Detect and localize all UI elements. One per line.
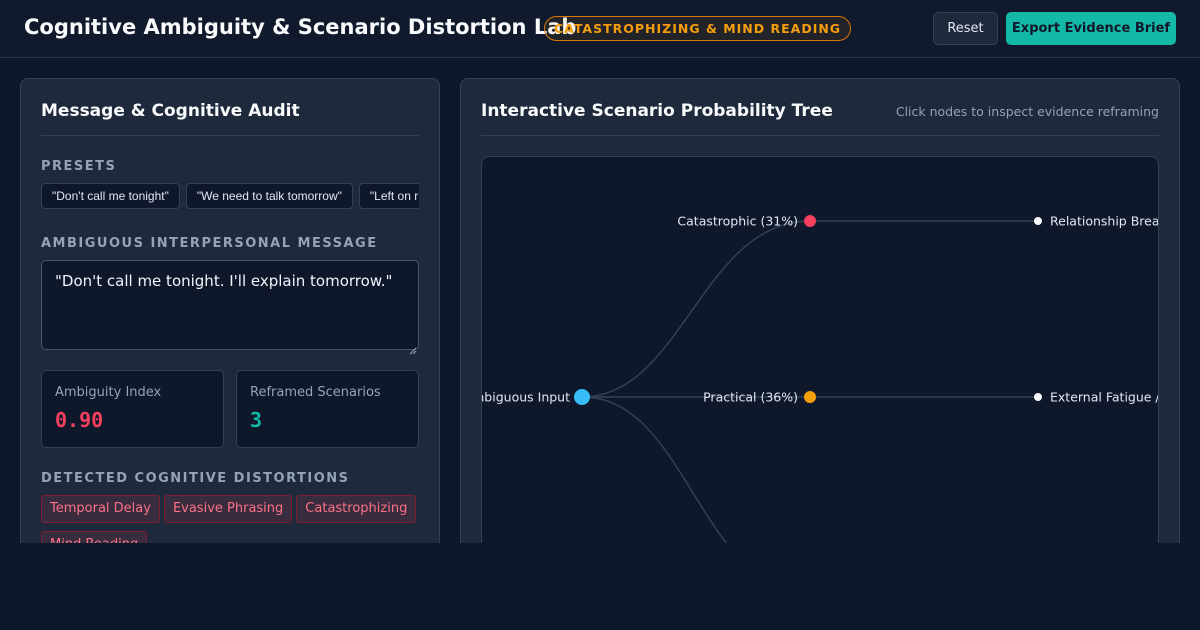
top-bar: Cognitive Ambiguity & Scenario Distortio…: [0, 0, 1200, 58]
catastrophic-node[interactable]: [804, 215, 816, 227]
app-title: Cognitive Ambiguity & Scenario Distortio…: [24, 15, 577, 39]
panel-title: Interactive Scenario Probability Tree: [481, 101, 833, 121]
distortion-tag: Temporal Delay: [41, 495, 160, 523]
preset-chip[interactable]: "Don't call me tonight": [41, 183, 180, 209]
scenario-tree-panel: Interactive Scenario Probability Tree Cl…: [460, 78, 1180, 543]
main-content: Message & Cognitive Audit PRESETS "Don't…: [0, 58, 1200, 543]
distortion-tag: Catastrophizing: [296, 495, 417, 523]
outcome-node-label: External Fatigue / Busy: [1050, 390, 1159, 405]
root-node-label: Ambiguous Input: [482, 390, 570, 405]
presets-row: "Don't call me tonight" "We need to talk …: [41, 183, 419, 211]
preset-chip[interactable]: "Left on r: [358, 183, 419, 209]
probability-tree: Ambiguous Input Catastrophic (31%) Pract…: [482, 214, 1159, 543]
divider: [481, 135, 1159, 136]
distortions-label: DETECTED COGNITIVE DISTORTIONS: [41, 471, 350, 486]
distortion-tag: Mind Reading: [41, 531, 148, 543]
divider: [41, 135, 419, 136]
outcome-node-label: Relationship Breakdown: [1050, 214, 1159, 229]
ambiguity-index-value: 0.90: [55, 408, 104, 432]
outcome-node[interactable]: [1034, 393, 1042, 401]
message-audit-panel: Message & Cognitive Audit PRESETS "Don't…: [20, 78, 440, 543]
probability-tree-canvas: Ambiguous Input Catastrophic (31%) Pract…: [481, 156, 1159, 543]
message-input[interactable]: "Don't call me tonight. I'll explain tom…: [41, 260, 419, 350]
resize-grip-icon[interactable]: [409, 340, 417, 355]
root-node[interactable]: [574, 389, 590, 405]
mode-badge: CATASTROPHIZING & MIND READING: [544, 16, 852, 41]
tree-edge: [581, 396, 728, 543]
catastrophic-node-label: Catastrophic (31%): [677, 214, 798, 229]
reframed-scenarios-value: 3: [250, 408, 263, 432]
presets-label: PRESETS: [41, 159, 117, 174]
preset-chip[interactable]: "We need to talk tomorrow": [185, 183, 353, 209]
message-label: AMBIGUOUS INTERPERSONAL MESSAGE: [41, 236, 378, 251]
distortion-tags: Temporal Delay Evasive Phrasing Catastroph…: [41, 495, 421, 543]
practical-node[interactable]: [804, 391, 816, 403]
outcome-node[interactable]: [1034, 217, 1042, 225]
tree-edge: [581, 220, 811, 398]
ambiguity-index-card: Ambiguity Index 0.90: [41, 370, 224, 448]
export-evidence-brief-button[interactable]: Export Evidence Brief: [1006, 12, 1176, 45]
panel-hint: Click nodes to inspect evidence reframin…: [895, 104, 1159, 119]
stat-label: Ambiguity Index: [55, 385, 162, 400]
panel-title: Message & Cognitive Audit: [41, 101, 300, 121]
practical-node-label: Practical (36%): [703, 390, 798, 405]
reset-button[interactable]: Reset: [933, 12, 998, 45]
stat-label: Reframed Scenarios: [250, 385, 381, 400]
distortion-tag: Evasive Phrasing: [163, 495, 293, 523]
reframed-scenarios-card: Reframed Scenarios 3: [236, 370, 419, 448]
